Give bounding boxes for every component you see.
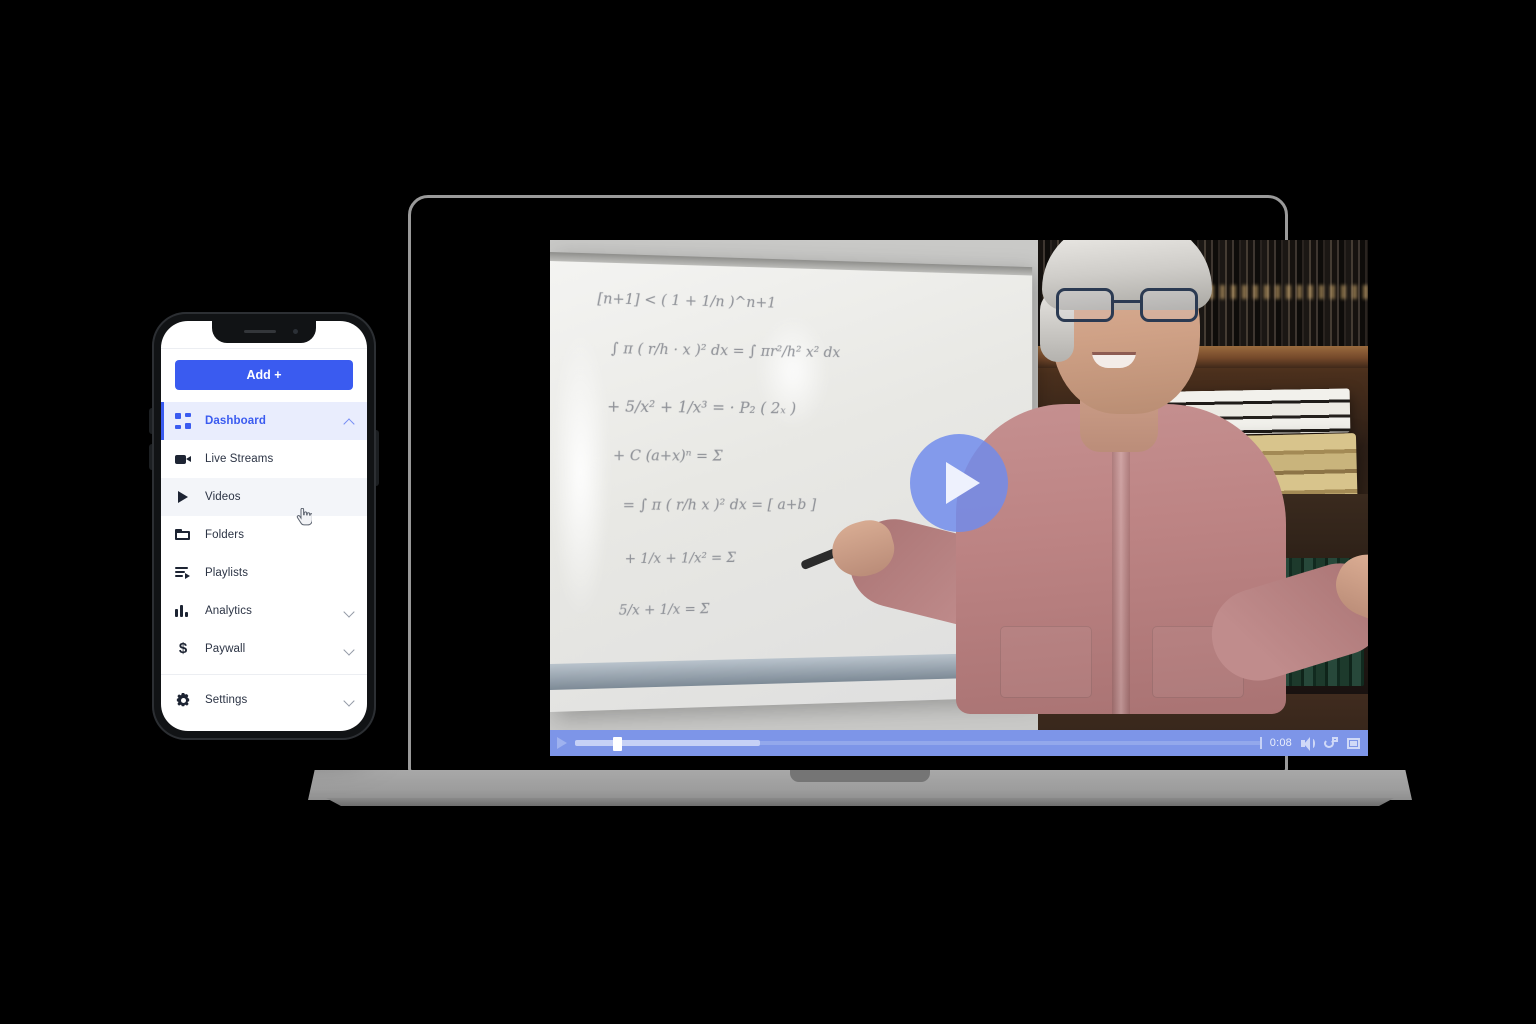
play-button[interactable] [557, 737, 567, 749]
sidebar-item-label: Live Streams [205, 453, 274, 465]
whiteboard-glare [551, 328, 610, 618]
video-scene: [n+1] < ( 1 + 1/n )^n+1 ∫ π ( r/h · x )²… [550, 240, 1368, 756]
progress-bar[interactable] [575, 737, 1262, 751]
sidebar-divider [161, 674, 367, 675]
video-camera-icon [161, 451, 205, 467]
sidebar-item-playlists[interactable]: Playlists [161, 554, 367, 592]
sidebar-item-folders[interactable]: Folders [161, 516, 367, 554]
instructor-glasses [1056, 288, 1198, 322]
sidebar-item-analytics[interactable]: Analytics [161, 592, 367, 630]
chevron-down-icon[interactable] [344, 644, 355, 655]
whiteboard-equation: ∫ π ( r/h · x )² dx = ∫ πr²/h² x² dx [611, 339, 841, 361]
whiteboard-equation: + 1/x + 1/x² = Σ [624, 550, 736, 568]
dollar-sign-icon: $ [178, 640, 188, 657]
mockup-stage: [n+1] < ( 1 + 1/n )^n+1 ∫ π ( r/h · x )²… [0, 0, 1536, 1024]
blouse-pocket-left [1000, 626, 1092, 698]
sidebar-item-label: Paywall [205, 643, 246, 655]
glasses-lens-left [1056, 288, 1114, 322]
play-icon [946, 461, 980, 504]
volume-icon[interactable] [1300, 736, 1315, 751]
phone-device: Add + Dashboard Live Streams Videos Fold… [149, 312, 379, 740]
phone-camera [293, 329, 298, 334]
play-overlay-button[interactable] [910, 433, 1008, 532]
phone-volume-up-button[interactable] [149, 408, 152, 434]
sidebar-nav: Dashboard Live Streams Videos Folders Pl… [161, 402, 367, 719]
play-icon [161, 489, 205, 505]
add-button[interactable]: Add + [175, 360, 353, 390]
sidebar-item-label: Dashboard [205, 415, 266, 427]
glasses-bridge [1114, 300, 1140, 303]
laptop-lid: [n+1] < ( 1 + 1/n )^n+1 ∫ π ( r/h · x )²… [408, 195, 1368, 773]
video-control-bar: 0:08 [550, 730, 1368, 756]
sidebar-item-live-streams[interactable]: Live Streams [161, 440, 367, 478]
whiteboard-equation: + 5/x² + 1/x³ = · P₂ ( 2ₓ ) [607, 396, 797, 418]
chevron-down-icon[interactable] [344, 695, 355, 706]
phone-speaker [244, 330, 276, 333]
progress-handle[interactable] [613, 737, 623, 751]
playlist-icon [161, 565, 205, 581]
whiteboard-equation: + C (a+x)ⁿ = Σ [612, 446, 723, 465]
laptop-screen: [n+1] < ( 1 + 1/n )^n+1 ∫ π ( r/h · x )²… [550, 240, 1368, 756]
sidebar-item-dashboard[interactable]: Dashboard [161, 402, 367, 440]
blouse-placket [1112, 424, 1130, 714]
dashboard-grid-icon [161, 413, 205, 429]
phone-power-button[interactable] [376, 430, 379, 486]
bar-chart-icon [161, 603, 205, 619]
laptop-device: [n+1] < ( 1 + 1/n )^n+1 ∫ π ( r/h · x )²… [300, 195, 1420, 825]
sidebar-item-videos[interactable]: Videos [161, 478, 367, 516]
laptop-foot [326, 798, 1394, 806]
sidebar-item-paywall[interactable]: $ Paywall [161, 630, 367, 668]
loop-icon[interactable] [1323, 736, 1338, 751]
current-time-label: 0:08 [1269, 737, 1292, 749]
chevron-up-icon[interactable] [344, 416, 355, 427]
progress-buffered [575, 740, 761, 746]
phone-notch [212, 321, 316, 343]
gear-icon [161, 692, 205, 708]
add-button-container: Add + [161, 349, 367, 402]
sidebar-item-settings[interactable]: Settings [161, 681, 367, 719]
sidebar-item-label: Playlists [205, 567, 249, 579]
pointer-hand-cursor [296, 507, 313, 526]
glasses-lens-right [1140, 288, 1198, 322]
whiteboard-equation: = ∫ π ( r/h x )² dx = [ a+b ] [622, 495, 817, 514]
fullscreen-icon[interactable] [1346, 736, 1361, 751]
whiteboard-equation: [n+1] < ( 1 + 1/n )^n+1 [597, 289, 777, 312]
sidebar-item-label: Settings [205, 694, 248, 706]
sidebar-item-label: Videos [205, 491, 241, 503]
phone-volume-down-button[interactable] [149, 444, 152, 470]
sidebar-item-label: Analytics [205, 605, 252, 617]
whiteboard-equation: 5/x + 1/x = Σ [618, 601, 710, 619]
laptop-base-notch [790, 770, 930, 782]
chevron-down-icon[interactable] [344, 606, 355, 617]
progress-end-marker [1259, 737, 1262, 749]
folder-icon [161, 527, 205, 543]
phone-screen: Add + Dashboard Live Streams Videos Fold… [161, 321, 367, 731]
sidebar-item-label: Folders [205, 529, 245, 541]
